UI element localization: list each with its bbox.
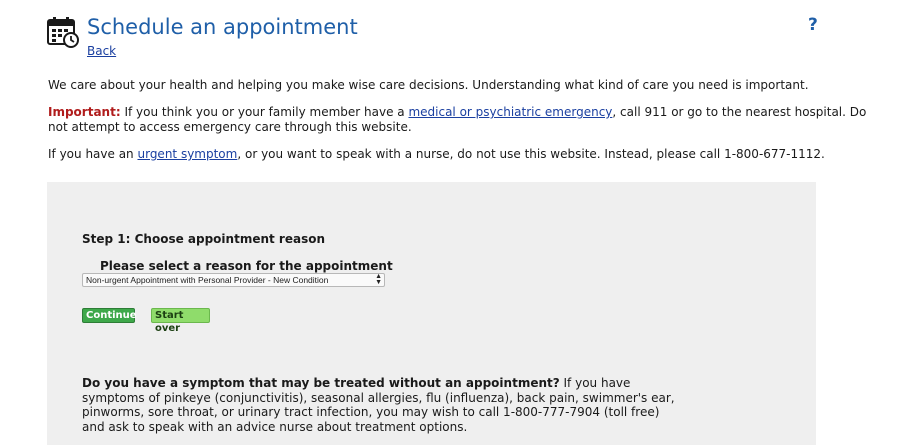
- reason-select[interactable]: Non-urgent Appointment with Personal Pro…: [82, 273, 385, 287]
- select-arrows-icon: ▲ ▼: [375, 273, 382, 286]
- calendar-clock-icon: [47, 17, 79, 48]
- page-header: Schedule an appointment Back: [47, 14, 358, 59]
- help-icon[interactable]: ?: [808, 15, 818, 35]
- urgent-notice: If you have an urgent symptom, or you wa…: [48, 147, 878, 162]
- back-link[interactable]: Back: [87, 44, 116, 58]
- continue-button[interactable]: Continue: [82, 308, 137, 323]
- reason-selected-value: Non-urgent Appointment with Personal Pro…: [86, 275, 329, 285]
- important-label: Important:: [48, 105, 121, 119]
- urgent-symptom-link[interactable]: urgent symptom: [137, 147, 237, 161]
- emergency-link[interactable]: medical or psychiatric emergency: [408, 105, 612, 119]
- start-over-button[interactable]: Start over: [151, 308, 210, 334]
- step-title: Step 1: Choose appointment reason: [82, 232, 326, 246]
- symptom-info: Do you have a symptom that may be treate…: [82, 376, 682, 434]
- urgent-text-before: If you have an: [48, 147, 138, 161]
- intro-text: We care about your health and helping yo…: [48, 78, 809, 92]
- page: Schedule an appointment Back ? We care a…: [0, 0, 900, 445]
- symptom-question: Do you have a symptom that may be treate…: [82, 376, 560, 390]
- important-text-before: If you think you or your family member h…: [120, 105, 409, 119]
- appointment-panel: Step 1: Choose appointment reason Please…: [47, 182, 816, 445]
- important-notice: Important: If you think you or your fami…: [48, 105, 878, 135]
- urgent-text-after: , or you want to speak with a nurse, do …: [237, 147, 825, 161]
- title-wrap: Schedule an appointment Back: [87, 14, 358, 59]
- reason-label: Please select a reason for the appointme…: [100, 259, 393, 273]
- page-title: Schedule an appointment: [87, 15, 358, 39]
